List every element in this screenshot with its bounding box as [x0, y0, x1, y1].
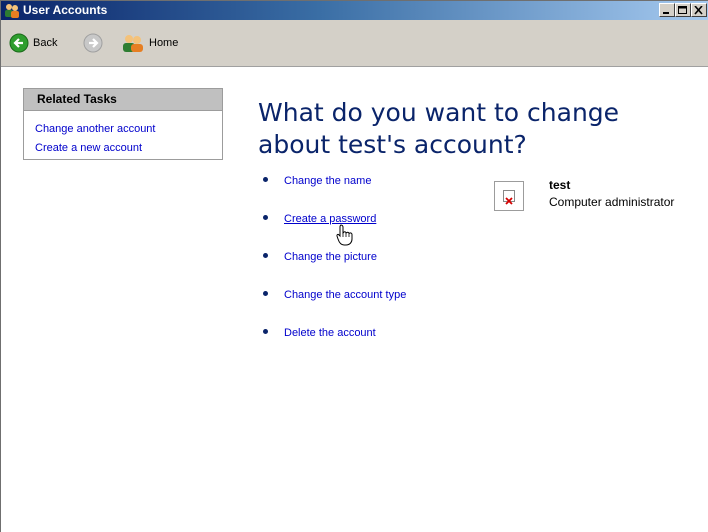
bullet-icon — [263, 329, 268, 334]
title-bar[interactable]: User Accounts — [1, 1, 708, 20]
task-label[interactable]: Change the account type — [284, 289, 406, 301]
close-button[interactable] — [691, 3, 707, 17]
home-label: Home — [149, 37, 179, 49]
minimize-button[interactable] — [659, 3, 675, 17]
back-button[interactable]: Back — [9, 32, 57, 54]
related-tasks-pane: Related Tasks Change another account Cre… — [23, 88, 223, 160]
page-title: What do you want to change about test's … — [258, 98, 620, 159]
bullet-icon — [263, 215, 268, 220]
user-accounts-window: User Accounts Back Home Related Tasks Ch… — [0, 0, 708, 532]
user-accounts-app-icon — [5, 4, 19, 18]
back-arrow-icon — [9, 33, 29, 53]
back-label: Back — [33, 37, 58, 49]
bullet-icon — [263, 253, 268, 258]
hand-pointer-cursor-icon — [336, 224, 353, 246]
navigation-toolbar: Back Home — [1, 20, 708, 67]
change-another-account-link[interactable]: Change another account — [24, 122, 222, 136]
create-new-account-link[interactable]: Create a new account — [24, 141, 222, 155]
task-label[interactable]: Delete the account — [284, 327, 376, 339]
bullet-icon — [263, 177, 268, 182]
maximize-button[interactable] — [675, 3, 691, 17]
forward-arrow-icon — [83, 33, 103, 53]
close-icon — [694, 6, 703, 15]
window-title: User Accounts — [23, 3, 108, 17]
account-type: Computer administrator — [549, 195, 675, 209]
bullet-icon — [263, 291, 268, 296]
account-picture — [494, 181, 524, 211]
task-label[interactable]: Create a password — [284, 213, 376, 225]
window-controls — [659, 3, 707, 17]
task-label[interactable]: Change the picture — [284, 251, 377, 263]
home-button[interactable]: Home — [121, 32, 178, 54]
maximize-icon — [678, 6, 687, 14]
related-tasks-heading: Related Tasks — [24, 89, 222, 111]
users-home-icon — [123, 35, 143, 52]
task-label[interactable]: Change the name — [284, 175, 371, 187]
account-name: test — [549, 178, 571, 192]
minimize-icon — [663, 12, 669, 14]
broken-image-icon — [503, 190, 515, 205]
forward-button[interactable] — [83, 32, 103, 54]
